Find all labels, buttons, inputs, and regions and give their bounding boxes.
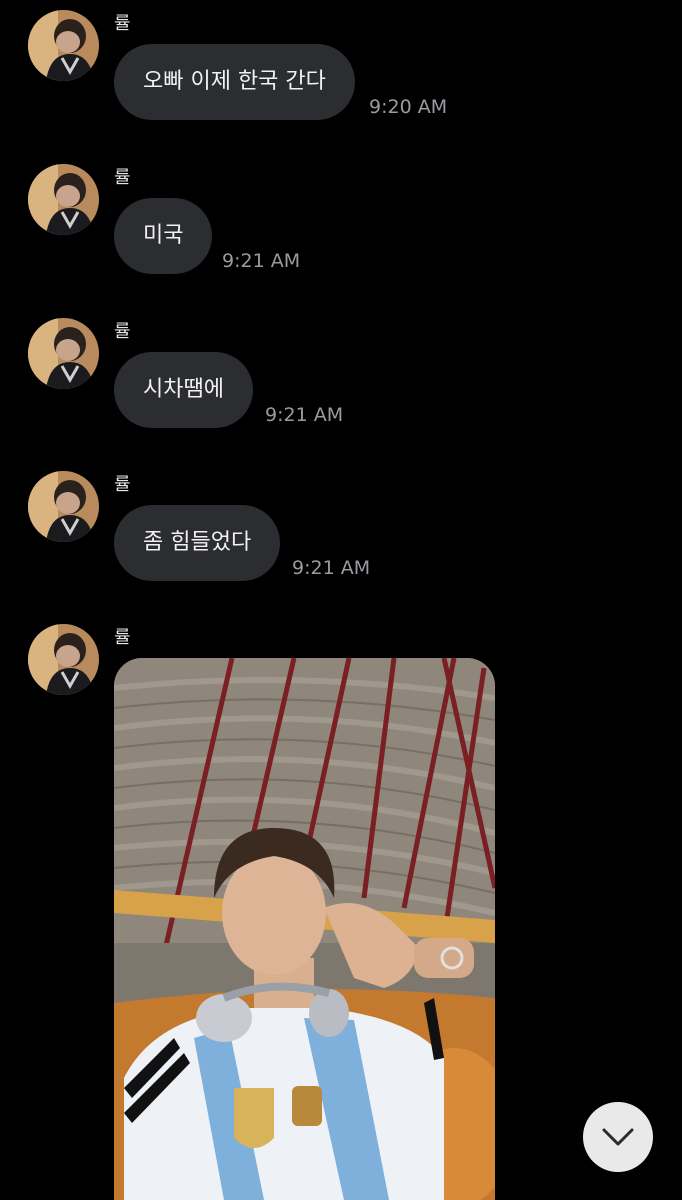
sender-name: 률	[114, 627, 131, 648]
photo-attachment[interactable]	[114, 658, 495, 1200]
photo-image	[114, 658, 495, 1200]
message-time: 9:20 AM	[369, 96, 448, 118]
chevron-down-icon	[602, 1128, 634, 1146]
avatar-photo	[28, 318, 99, 389]
avatar-photo	[28, 471, 99, 542]
chat-thread: 률 오빠 이제 한국 간다 9:20 AM 률 미국 9:21 AM 률 시차땜…	[0, 0, 682, 1200]
avatar[interactable]	[28, 164, 99, 235]
scroll-to-bottom-button[interactable]	[583, 1102, 653, 1172]
message-bubble[interactable]: 오빠 이제 한국 간다	[114, 44, 355, 120]
avatar[interactable]	[28, 10, 99, 81]
avatar[interactable]	[28, 471, 99, 542]
message-time: 9:21 AM	[222, 250, 301, 272]
avatar-photo	[28, 164, 99, 235]
message-bubble[interactable]: 좀 힘들었다	[114, 505, 281, 581]
avatar-photo	[28, 10, 99, 81]
avatar-photo	[28, 624, 99, 695]
message-time: 9:21 AM	[292, 557, 371, 579]
sender-name: 률	[114, 167, 131, 188]
message-bubble[interactable]: 미국	[114, 198, 213, 274]
message-time: 9:21 AM	[265, 404, 344, 426]
sender-name: 률	[114, 474, 131, 495]
message-bubble[interactable]: 시차땜에	[114, 352, 253, 428]
avatar[interactable]	[28, 624, 99, 695]
sender-name: 률	[114, 321, 131, 342]
avatar[interactable]	[28, 318, 99, 389]
sender-name: 률	[114, 13, 131, 34]
